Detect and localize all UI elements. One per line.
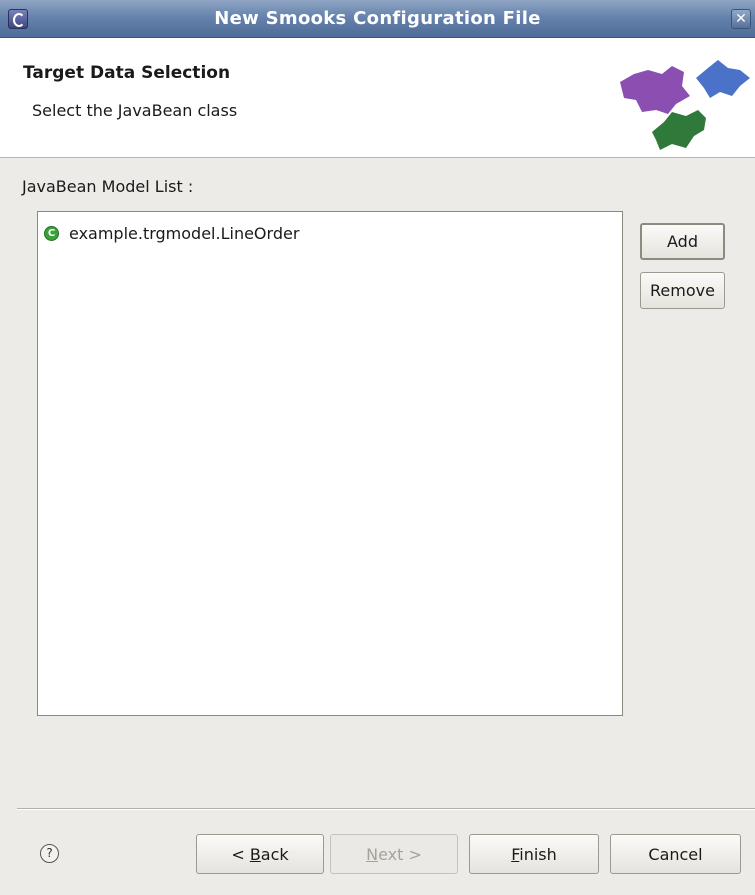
cancel-button[interactable]: Cancel — [610, 834, 741, 874]
add-button[interactable]: Add — [640, 223, 725, 260]
javabean-model-list[interactable]: C example.trgmodel.LineOrder — [37, 211, 623, 716]
remove-button[interactable]: Remove — [640, 272, 725, 309]
list-item[interactable]: C example.trgmodel.LineOrder — [44, 222, 299, 244]
logo-purple-piece — [620, 66, 690, 114]
logo-blue-piece — [696, 60, 750, 98]
back-prefix: < — [231, 844, 250, 864]
footer-separator — [17, 808, 755, 810]
class-icon: C — [44, 225, 59, 241]
finish-button[interactable]: Finish — [469, 834, 599, 874]
finish-label-rest: inish — [519, 844, 557, 864]
back-button[interactable]: < Back — [196, 834, 324, 874]
help-icon[interactable]: ? — [40, 844, 59, 863]
logo-green-piece — [652, 110, 706, 150]
window-title: New Smooks Configuration File — [214, 8, 541, 29]
close-icon[interactable]: ✕ — [731, 9, 751, 29]
page-description: Select the JavaBean class — [32, 101, 238, 120]
next-mnemonic: N — [366, 844, 379, 864]
list-item-label: example.trgmodel.LineOrder — [69, 223, 300, 243]
wizard-banner: Target Data Selection Select the JavaBea… — [0, 38, 755, 158]
page-title: Target Data Selection — [23, 63, 231, 83]
puzzle-pieces-logo-icon — [620, 60, 750, 150]
back-mnemonic: B — [249, 844, 261, 864]
next-button[interactable]: Next > — [330, 834, 458, 874]
title-bar: New Smooks Configuration File ✕ — [0, 0, 755, 38]
model-list-label: JavaBean Model List : — [22, 177, 194, 196]
next-label-rest: ext > — [378, 844, 422, 864]
back-label-rest: ack — [260, 844, 289, 864]
